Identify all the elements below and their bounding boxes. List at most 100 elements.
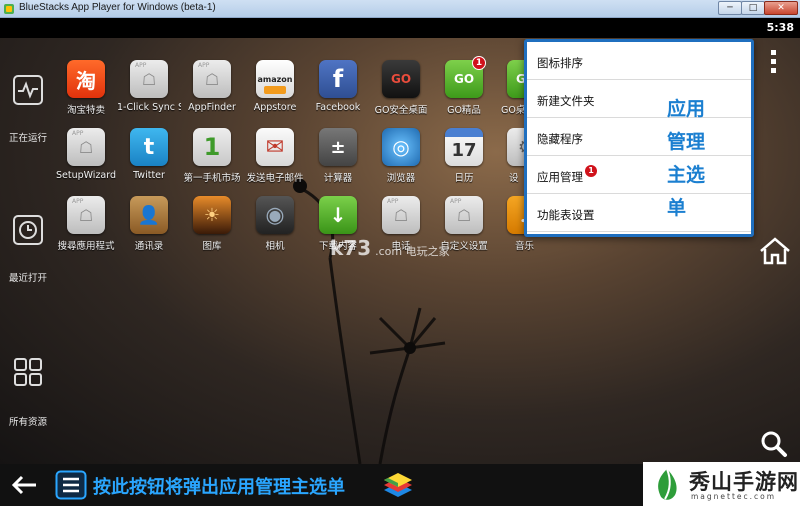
app-label: AppFinder — [188, 102, 236, 113]
app-gallery[interactable]: ☀ 图库 — [180, 196, 244, 252]
status-clock: 5:38 — [766, 21, 794, 34]
site-brand-overlay: 秀山手游网 magnettec.com — [643, 462, 800, 506]
app-label: 相机 — [265, 241, 285, 252]
app-browser[interactable]: ◎ 浏览器 — [369, 128, 433, 184]
app-label: GO安全桌面 — [374, 105, 428, 116]
app-label: Appstore — [253, 102, 297, 113]
app-facebook[interactable]: f Facebook — [306, 60, 370, 113]
app-1click-sync[interactable]: APP ☖ 1-Click Sync S — [117, 60, 181, 113]
camera-icon: ◉ — [256, 196, 294, 234]
overflow-menu-icon[interactable] — [771, 50, 777, 77]
app-setupwizard[interactable]: APP ☖ SetupWizard — [54, 128, 118, 181]
app-label: 音乐 — [515, 241, 535, 252]
app-search-apps[interactable]: APP ☖ 搜尋應用程式 — [54, 196, 118, 252]
calculator-icon: ± — [319, 128, 357, 166]
browser-globe-icon: ◎ — [382, 128, 420, 166]
generic-app-icon: APP ☖ — [130, 60, 168, 98]
menu-hint-text: 按此按钮将弹出应用管理主选单 — [93, 477, 345, 498]
generic-app-icon: APP ☖ — [445, 196, 483, 234]
app-label: GO桌面 — [501, 105, 525, 116]
app-twitter[interactable]: t Twitter — [117, 128, 181, 181]
menu-item-hide-apps[interactable]: 隐藏程序 — [527, 118, 751, 156]
watermark: k73 .com 电玩之家 — [330, 236, 450, 260]
gallery-icon: ☀ — [193, 196, 231, 234]
twitter-icon: t — [130, 128, 168, 166]
status-bar: 5:38 — [0, 18, 800, 38]
menu-item-sort-icons[interactable]: 图标排序 — [527, 42, 751, 80]
rail-all[interactable]: 所有资源 — [0, 356, 56, 428]
bluestacks-logo-icon — [4, 4, 14, 14]
menu-button-icon[interactable] — [55, 470, 87, 500]
rail-recent[interactable]: 最近打开 — [0, 214, 56, 284]
notification-badge: 1 — [585, 165, 597, 177]
app-label: Twitter — [133, 170, 165, 181]
app-calendar[interactable]: 17 日历 — [432, 128, 496, 184]
notification-badge: 1 — [472, 56, 486, 70]
app-label: 第一手机市场 — [183, 173, 241, 184]
app-taobao[interactable]: 淘 淘宝特卖 — [54, 60, 118, 116]
app-camera[interactable]: ◉ 相机 — [243, 196, 307, 252]
left-rail: 正在运行 最近打开 所有资源 — [0, 38, 56, 464]
app-label: Facebook — [315, 102, 361, 113]
calendar-icon: 17 — [445, 128, 483, 166]
grid-icon — [14, 358, 42, 386]
generic-app-icon: APP ☖ — [67, 196, 105, 234]
close-button[interactable]: ✕ — [764, 1, 798, 15]
brand-subtitle: magnettec.com — [691, 492, 777, 501]
taobao-icon: 淘 — [67, 60, 105, 98]
maximize-button[interactable]: □ — [741, 1, 765, 15]
window-titlebar: BlueStacks App Player for Windows (beta-… — [0, 0, 800, 18]
app-appstore[interactable]: amazon Appstore — [243, 60, 307, 113]
bluestacks-logo-icon[interactable] — [380, 470, 416, 500]
app-settings[interactable]: ⚙ 设 — [495, 128, 525, 184]
activity-monitor-icon — [13, 75, 43, 105]
contacts-icon: 👤 — [130, 196, 168, 234]
app-appfinder[interactable]: APP ☖ AppFinder — [180, 60, 244, 113]
app-label: 淘宝特卖 — [66, 105, 105, 116]
search-icon[interactable] — [760, 430, 788, 458]
rail-running-label: 正在运行 — [8, 133, 47, 144]
app-label: SetupWizard — [55, 170, 117, 181]
rail-recent-label: 最近打开 — [8, 273, 47, 284]
app-email[interactable]: ✉ 发送电子邮件 — [243, 128, 307, 184]
app-label: 1-Click Sync S — [117, 102, 181, 113]
app-label: 搜尋應用程式 — [57, 241, 115, 252]
menu-item-new-folder[interactable]: 新建文件夹 — [527, 80, 751, 118]
app-label: 日历 — [454, 173, 474, 184]
app-go-security[interactable]: GO GO安全桌面 — [369, 60, 433, 116]
app-label: 通讯录 — [134, 241, 164, 252]
download-icon: ↓ — [319, 196, 357, 234]
annotation-text: 应用 — [667, 98, 706, 120]
settings-gear-icon: ⚙ — [507, 128, 525, 166]
menu-item-app-management[interactable]: 应用管理 1 — [527, 156, 751, 194]
app-go-desktop[interactable]: GO 1 GO桌面 — [495, 60, 525, 116]
app-label: 发送电子邮件 — [246, 173, 304, 184]
first-market-icon: 1 — [193, 128, 231, 166]
annotation-text: 单 — [667, 197, 687, 219]
app-label: 设 — [509, 173, 519, 184]
watermark-main: k73 — [330, 236, 372, 260]
app-first-market[interactable]: 1 第一手机市场 — [180, 128, 244, 184]
clock-icon — [13, 215, 43, 245]
amazon-icon: amazon — [256, 60, 294, 98]
window-title: BlueStacks App Player for Windows (beta-… — [19, 2, 216, 13]
home-icon[interactable] — [758, 236, 792, 266]
app-management-menu: 图标排序 新建文件夹 隐藏程序 应用管理 1 功能表设置 应用 管理 主选 单 — [524, 39, 754, 237]
app-label: 计算器 — [323, 173, 353, 184]
app-label: 图库 — [202, 241, 222, 252]
android-screen: 5:38 正在运行 最近打开 所有资源 淘 淘宝特卖 APP ☖ 1-Click… — [0, 18, 800, 464]
menu-item-drawer-settings[interactable]: 功能表设置 — [527, 194, 751, 232]
app-contacts[interactable]: 👤 通讯录 — [117, 196, 181, 252]
site-logo-icon — [658, 468, 677, 500]
minimize-button[interactable]: ─ — [718, 1, 742, 15]
go-desktop-icon: GO — [507, 60, 525, 98]
app-label: 浏览器 — [386, 173, 416, 184]
generic-app-icon: APP ☖ — [67, 128, 105, 166]
watermark-sub: .com 电玩之家 — [375, 245, 450, 258]
annotation-text: 管理 — [667, 131, 706, 153]
app-go-store[interactable]: GO 1 GO精品 — [432, 56, 496, 116]
app-calculator[interactable]: ± 计算器 — [306, 128, 370, 184]
back-arrow-icon[interactable] — [10, 474, 38, 496]
rail-running[interactable]: 正在运行 — [0, 74, 56, 144]
app-label: GO精品 — [447, 105, 481, 116]
